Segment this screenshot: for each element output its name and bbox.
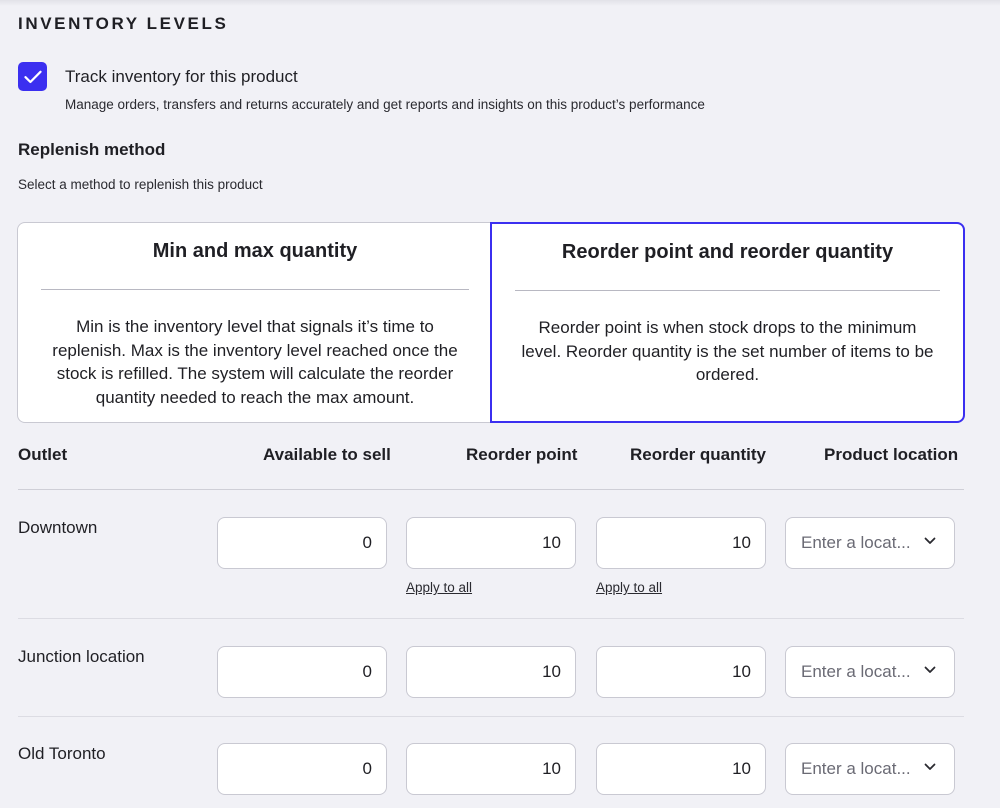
product-location-placeholder: Enter a locat...	[801, 759, 911, 778]
available-to-sell-input[interactable]	[217, 646, 387, 698]
reorder-point-input[interactable]	[406, 517, 576, 569]
method-card-title: Reorder point and reorder quantity	[561, 241, 894, 263]
method-card-description: Min is the inventory level that signals …	[52, 317, 458, 407]
product-location-placeholder: Enter a locat...	[801, 533, 911, 552]
column-header-outlet: Outlet	[18, 445, 68, 464]
column-header-product-location: Product location	[824, 445, 959, 464]
chevron-down-icon	[924, 537, 936, 544]
replenish-method-options: Min and max quantity Min is the inventor…	[17, 222, 965, 423]
reorder-quantity-input[interactable]	[596, 517, 766, 569]
card-divider	[41, 289, 469, 290]
reorder-point-input[interactable]	[406, 646, 576, 698]
outlet-name: Downtown	[18, 518, 98, 537]
top-shadow	[0, 0, 1000, 6]
method-card-reorder-point[interactable]: Reorder point and reorder quantity Reord…	[490, 222, 965, 423]
available-to-sell-input[interactable]	[217, 743, 387, 795]
product-location-select[interactable]: Enter a locat...	[785, 517, 955, 569]
product-location-select[interactable]: Enter a locat...	[785, 646, 955, 698]
product-location-select[interactable]: Enter a locat...	[785, 743, 955, 795]
table-row: Downtown Enter a locat... Apply to all A…	[18, 517, 964, 617]
checkmark-icon	[23, 70, 42, 83]
column-header-reorder-point: Reorder point	[466, 445, 578, 464]
track-inventory-label[interactable]: Track inventory for this product	[65, 67, 298, 87]
table-row: Old Toronto Enter a locat...	[18, 743, 964, 803]
product-location-placeholder: Enter a locat...	[801, 662, 911, 681]
replenish-method-description: Select a method to replenish this produc…	[18, 177, 263, 192]
table-header-divider	[18, 489, 964, 490]
reorder-quantity-input[interactable]	[596, 743, 766, 795]
row-divider	[18, 716, 964, 717]
row-divider	[18, 618, 964, 619]
method-card-title: Min and max quantity	[152, 240, 358, 262]
column-header-available: Available to sell	[263, 445, 391, 464]
reorder-quantity-apply-to-all-link[interactable]: Apply to all	[596, 580, 662, 595]
available-to-sell-input[interactable]	[217, 517, 387, 569]
track-inventory-row: Track inventory for this product Manage …	[18, 62, 978, 118]
chevron-down-icon	[924, 666, 936, 673]
method-card-description: Reorder point is when stock drops to the…	[521, 318, 934, 384]
chevron-down-icon	[924, 763, 936, 770]
track-inventory-description: Manage orders, transfers and returns acc…	[65, 97, 705, 112]
outlet-name: Junction location	[18, 647, 145, 666]
replenish-method-title: Replenish method	[18, 140, 166, 159]
reorder-quantity-input[interactable]	[596, 646, 766, 698]
track-inventory-checkbox[interactable]	[18, 62, 47, 91]
section-title: INVENTORY LEVELS	[18, 14, 229, 33]
reorder-point-apply-to-all-link[interactable]: Apply to all	[406, 580, 472, 595]
reorder-point-input[interactable]	[406, 743, 576, 795]
method-card-min-max[interactable]: Min and max quantity Min is the inventor…	[17, 222, 492, 423]
outlet-name: Old Toronto	[18, 744, 106, 763]
card-divider	[515, 290, 940, 291]
column-header-reorder-quantity: Reorder quantity	[630, 445, 767, 464]
table-row: Junction location Enter a locat...	[18, 646, 964, 706]
inventory-table-header: Outlet Available to sell Reorder point R…	[18, 445, 964, 469]
